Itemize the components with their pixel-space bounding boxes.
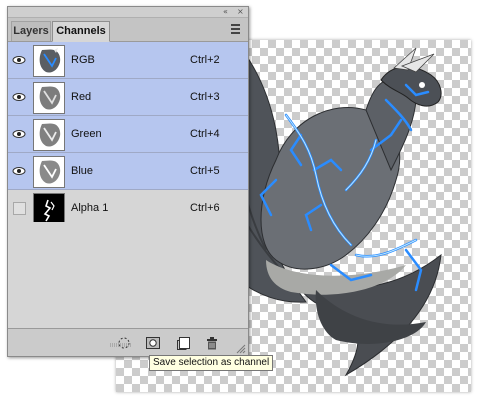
- channel-thumbnail: [33, 82, 65, 114]
- channel-shortcut: Ctrl+5: [190, 165, 220, 177]
- panel-bottom-toolbar: [8, 328, 248, 356]
- visibility-toggle[interactable]: [13, 202, 26, 215]
- channel-shortcut: Ctrl+2: [190, 54, 220, 66]
- channel-name: RGB: [71, 54, 95, 66]
- save-selection-as-channel-icon[interactable]: [145, 335, 161, 351]
- channel-list-empty-area: [8, 222, 248, 328]
- channel-name: Green: [71, 128, 102, 140]
- panel-title-bar[interactable]: « ×: [8, 7, 248, 18]
- channel-thumbnail: [33, 45, 65, 77]
- channel-row-rgb[interactable]: RGB Ctrl+2: [8, 42, 248, 79]
- delete-channel-icon[interactable]: [204, 335, 220, 351]
- channel-name: Alpha 1: [71, 202, 109, 214]
- eye-icon[interactable]: [12, 127, 26, 141]
- tooltip: Save selection as channel: [149, 355, 274, 371]
- channel-shortcut: Ctrl+4: [190, 128, 220, 140]
- eye-icon[interactable]: [12, 90, 26, 104]
- tab-channels[interactable]: Channels: [52, 21, 110, 42]
- create-new-channel-icon[interactable]: [176, 335, 192, 351]
- channels-panel: « × Layers Channels RGB Ctrl+2 Red Ctrl+…: [7, 6, 249, 357]
- channel-row-red[interactable]: Red Ctrl+3: [8, 79, 248, 116]
- channel-row-blue[interactable]: Blue Ctrl+5: [8, 153, 248, 190]
- panel-drag-grip-icon[interactable]: [110, 343, 132, 347]
- channel-name: Red: [71, 91, 92, 103]
- channel-row-green[interactable]: Green Ctrl+4: [8, 116, 248, 153]
- eye-icon[interactable]: [12, 53, 26, 67]
- close-panel-button[interactable]: ×: [237, 7, 244, 17]
- panel-menu-icon[interactable]: [231, 23, 245, 35]
- eye-icon[interactable]: [12, 164, 26, 178]
- channel-thumbnail: [33, 119, 65, 151]
- channel-name: Blue: [71, 165, 94, 177]
- channel-thumbnail: [33, 156, 65, 188]
- resize-grip-icon[interactable]: [234, 342, 246, 354]
- collapse-panel-button[interactable]: «: [223, 7, 228, 17]
- channel-shortcut: Ctrl+3: [190, 91, 220, 103]
- tab-layers[interactable]: Layers: [11, 21, 51, 41]
- channel-shortcut: Ctrl+6: [190, 202, 220, 214]
- panel-tab-bar: Layers Channels: [8, 18, 248, 42]
- channel-thumbnail: [33, 193, 65, 225]
